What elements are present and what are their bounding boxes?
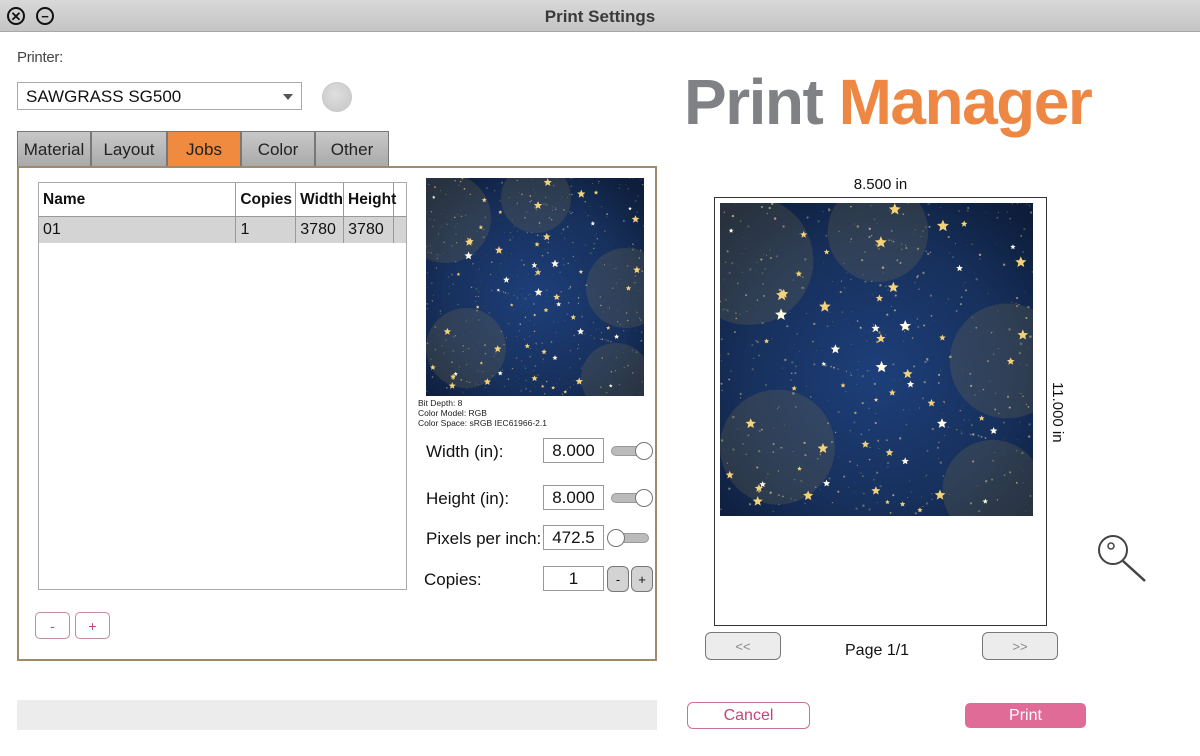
width-label: Width (in): bbox=[426, 442, 504, 461]
logo-word-print: Print bbox=[684, 66, 824, 138]
printer-label: Printer: bbox=[17, 49, 63, 66]
width-input[interactable]: 8.000 bbox=[543, 438, 604, 463]
slider-knob[interactable] bbox=[635, 442, 653, 460]
copies-label: Copies: bbox=[424, 570, 482, 589]
page-indicator: Page 1/1 bbox=[845, 642, 910, 659]
copies-increment-button[interactable]: + bbox=[631, 566, 653, 592]
jobs-panel: Name Copies Width Height 01 1 3780 3780 … bbox=[17, 166, 657, 661]
ppi-label: Pixels per inch: bbox=[426, 529, 542, 548]
ppi-input[interactable]: 472.5 bbox=[543, 525, 604, 550]
color-model: Color Model: RGB bbox=[418, 408, 487, 418]
preview-image[interactable] bbox=[720, 203, 1033, 516]
column-header-copies[interactable]: Copies bbox=[236, 183, 297, 216]
add-job-button[interactable]: + bbox=[75, 612, 110, 639]
starry-sky-image bbox=[426, 178, 644, 396]
cell-spacer bbox=[394, 217, 406, 243]
tab-material[interactable]: Material bbox=[17, 131, 91, 167]
column-header-width[interactable]: Width bbox=[296, 183, 345, 216]
tab-color[interactable]: Color bbox=[241, 131, 315, 167]
image-info: Bit Depth: 8 Color Model: RGB Color Spac… bbox=[418, 398, 547, 428]
next-page-button[interactable]: >> bbox=[982, 632, 1058, 660]
height-input[interactable]: 8.000 bbox=[543, 485, 604, 510]
cell-width: 3780 bbox=[296, 217, 345, 243]
prev-page-button[interactable]: << bbox=[705, 632, 781, 660]
print-button[interactable]: Print bbox=[965, 703, 1086, 728]
copies-decrement-button[interactable]: - bbox=[607, 566, 629, 592]
chevron-down-icon bbox=[283, 94, 293, 100]
image-thumbnail bbox=[426, 178, 644, 396]
column-header-height[interactable]: Height bbox=[344, 183, 396, 216]
table-header: Name Copies Width Height bbox=[39, 183, 406, 217]
width-slider[interactable] bbox=[611, 442, 653, 460]
printer-select[interactable]: SAWGRASS SG500 bbox=[17, 82, 302, 110]
logo-word-manager: Manager bbox=[838, 66, 1093, 138]
window-title: Print Settings bbox=[544, 7, 656, 26]
slider-knob[interactable] bbox=[607, 529, 625, 547]
bit-depth: Bit Depth: 8 bbox=[418, 398, 463, 408]
copies-input[interactable]: 1 bbox=[543, 566, 604, 591]
status-bar bbox=[17, 700, 657, 730]
title-bar: ✕ − Print Settings bbox=[0, 0, 1200, 32]
settings-tabs: Material Layout Jobs Color Other bbox=[17, 131, 389, 167]
starry-sky-image bbox=[720, 203, 1033, 516]
tab-jobs[interactable]: Jobs bbox=[167, 131, 241, 167]
cell-copies: 1 bbox=[236, 217, 297, 243]
page-preview bbox=[714, 197, 1047, 626]
column-header-name[interactable]: Name bbox=[39, 183, 237, 216]
color-space: Color Space: sRGB IEC61966-2.1 bbox=[418, 418, 547, 428]
print-manager-logo: Print Manager bbox=[684, 66, 1093, 138]
paper-height-label: 11.000 in bbox=[1049, 382, 1066, 443]
column-header-spacer bbox=[394, 183, 406, 216]
tab-other[interactable]: Other bbox=[315, 131, 389, 167]
printer-status-indicator bbox=[322, 82, 352, 112]
remove-job-button[interactable]: - bbox=[35, 612, 70, 639]
height-label: Height (in): bbox=[426, 489, 510, 508]
tab-layout[interactable]: Layout bbox=[91, 131, 167, 167]
paper-width-label: 8.500 in bbox=[853, 176, 908, 193]
ppi-slider[interactable] bbox=[607, 529, 649, 547]
jobs-table: Name Copies Width Height 01 1 3780 3780 bbox=[38, 182, 407, 590]
table-row[interactable]: 01 1 3780 3780 bbox=[39, 217, 406, 243]
cell-name: 01 bbox=[39, 217, 237, 243]
height-slider[interactable] bbox=[611, 489, 653, 507]
slider-knob[interactable] bbox=[635, 489, 653, 507]
magnifier-icon[interactable] bbox=[1096, 534, 1148, 584]
cancel-button[interactable]: Cancel bbox=[687, 702, 810, 729]
cell-height: 3780 bbox=[344, 217, 395, 243]
printer-select-value: SAWGRASS SG500 bbox=[26, 87, 182, 106]
